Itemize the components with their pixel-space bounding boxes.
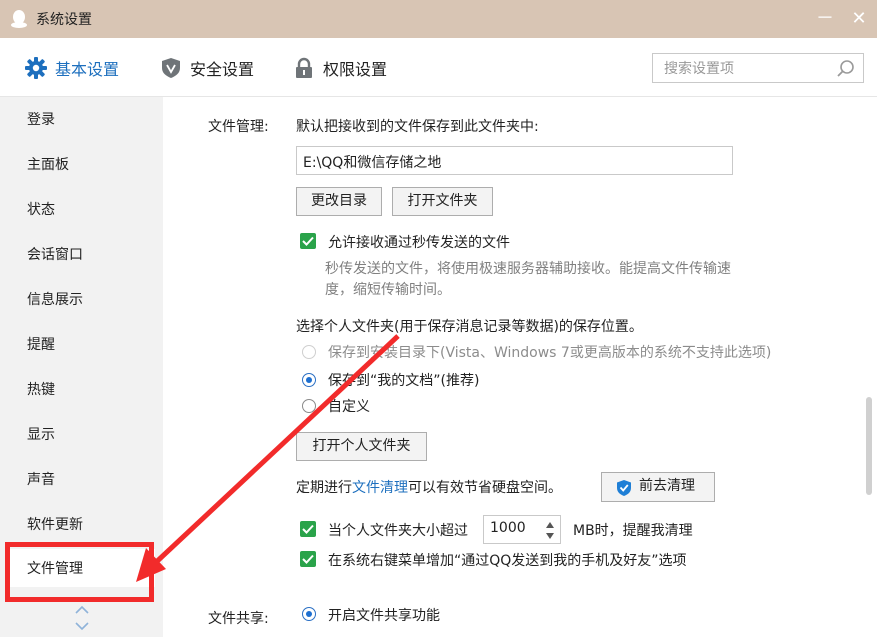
watermark-url: jingyan.baidu.com <box>676 590 806 606</box>
go-clean-label: 前去清理 <box>639 478 695 494</box>
search-input[interactable] <box>662 55 836 83</box>
file-cleanup-link[interactable]: 文件清理 <box>352 480 408 496</box>
tab-permission-settings[interactable]: 权限设置 <box>293 56 387 80</box>
radio-my-documents[interactable] <box>302 373 316 387</box>
sidebar-item-software-update[interactable]: 软件更新 <box>27 514 83 534</box>
sidebar-item-display[interactable]: 显示 <box>27 424 55 444</box>
personal-folder-title: 选择个人文件夹(用于保存消息记录等数据)的保存位置。 <box>296 319 643 335</box>
sidebar-item-login[interactable]: 登录 <box>27 109 55 129</box>
minimize-button[interactable]: － <box>814 8 836 30</box>
tab-security-settings[interactable]: 安全设置 <box>160 56 254 80</box>
file-management-section-label: 文件管理: <box>208 119 269 135</box>
baidu-jingyan-watermark: Bai 经验 jingyan.baidu.com <box>672 546 832 620</box>
radio-install-directory <box>302 345 316 359</box>
open-folder-button[interactable]: 打开文件夹 <box>392 187 493 216</box>
radio-enable-file-sharing[interactable] <box>302 607 316 621</box>
size-limit-stepper[interactable]: 1000 <box>483 515 561 544</box>
lock-icon <box>296 57 312 78</box>
content-scrollbar[interactable] <box>863 97 877 637</box>
flash-transfer-description-line1: 秒传发送的文件，将使用极速服务器辅助接收。能提高文件传输速 <box>325 261 731 277</box>
context-menu-checkbox[interactable] <box>300 551 316 567</box>
sidebar-item-reminder[interactable]: 提醒 <box>27 334 55 354</box>
cleanup-text-post: 可以有效节省硬盘空间。 <box>408 480 562 496</box>
sidebar-item-hotkeys[interactable]: 热键 <box>27 379 55 399</box>
sidebar-item-status[interactable]: 状态 <box>27 199 55 219</box>
radio-install-directory-label: 保存到安装目录下(Vista、Windows 7或更高版本的系统不支持此选项) <box>328 345 772 361</box>
tab-label: 基本设置 <box>55 60 120 79</box>
radio-custom[interactable] <box>302 399 316 413</box>
shield-icon <box>162 58 180 78</box>
check-icon <box>302 554 314 564</box>
search-box[interactable] <box>652 53 864 83</box>
shield-check-icon <box>617 480 631 496</box>
sidebar-item-info-display[interactable]: 信息展示 <box>27 289 83 309</box>
save-folder-description: 默认把接收到的文件保存到此文件夹中: <box>296 119 539 135</box>
cleanup-text-pre: 定期进行 <box>296 480 352 496</box>
check-icon <box>302 236 314 246</box>
sidebar-item-main-panel[interactable]: 主面板 <box>27 154 69 174</box>
check-icon <box>302 524 314 534</box>
radio-my-documents-label: 保存到“我的文档”(推荐) <box>328 373 480 389</box>
search-icon[interactable] <box>836 59 856 79</box>
save-path-field[interactable]: E:\QQ和微信存储之地 <box>296 146 733 175</box>
gear-icon <box>25 57 47 79</box>
allow-flash-transfer-label: 允许接收通过秒传发送的文件 <box>328 235 510 251</box>
file-sharing-section-label: 文件共享: <box>208 611 269 627</box>
highlight-box-annotation <box>5 542 154 602</box>
stepper-up-icon[interactable] <box>546 522 554 528</box>
chevron-up-icon[interactable] <box>74 605 90 615</box>
sidebar-item-sound[interactable]: 声音 <box>27 469 55 489</box>
scrollbar-thumb[interactable] <box>866 397 872 495</box>
sidebar-item-chat-window[interactable]: 会话窗口 <box>27 244 83 264</box>
go-clean-button[interactable]: 前去清理 <box>601 472 715 502</box>
change-directory-button[interactable]: 更改目录 <box>296 187 382 216</box>
cleanup-sentence: 定期进行文件清理可以有效节省硬盘空间。 <box>296 477 562 497</box>
open-personal-folder-button[interactable]: 打开个人文件夹 <box>296 432 427 461</box>
title-bar: 系统设置 － ✕ <box>0 0 877 38</box>
stepper-down-icon[interactable] <box>546 533 554 539</box>
flash-transfer-description-line2: 度，缩短传输时间。 <box>325 282 451 298</box>
chevron-down-icon[interactable] <box>74 621 90 631</box>
tab-basic-settings[interactable]: 基本设置 <box>25 56 119 80</box>
radio-custom-label: 自定义 <box>328 399 370 415</box>
size-limit-value: 1000 <box>490 520 526 536</box>
allow-flash-transfer-checkbox[interactable] <box>300 233 316 249</box>
size-alert-checkbox[interactable] <box>300 521 316 537</box>
watermark-brand: Bai 经验 <box>674 562 782 592</box>
size-alert-label-pre: 当个人文件夹大小超过 <box>328 523 468 539</box>
size-alert-label-post: MB时，提醒我清理 <box>573 523 693 539</box>
tab-label: 安全设置 <box>190 60 255 79</box>
close-button[interactable]: ✕ <box>848 8 870 30</box>
qq-penguin-icon <box>11 10 27 28</box>
window-title: 系统设置 <box>36 12 92 28</box>
enable-file-sharing-label: 开启文件共享功能 <box>328 608 440 624</box>
context-menu-label: 在系统右键菜单增加“通过QQ发送到我的手机及好友”选项 <box>328 553 687 569</box>
tab-label: 权限设置 <box>323 60 388 79</box>
settings-tabs-bar: 基本设置 安全设置 权限设置 <box>0 38 877 97</box>
